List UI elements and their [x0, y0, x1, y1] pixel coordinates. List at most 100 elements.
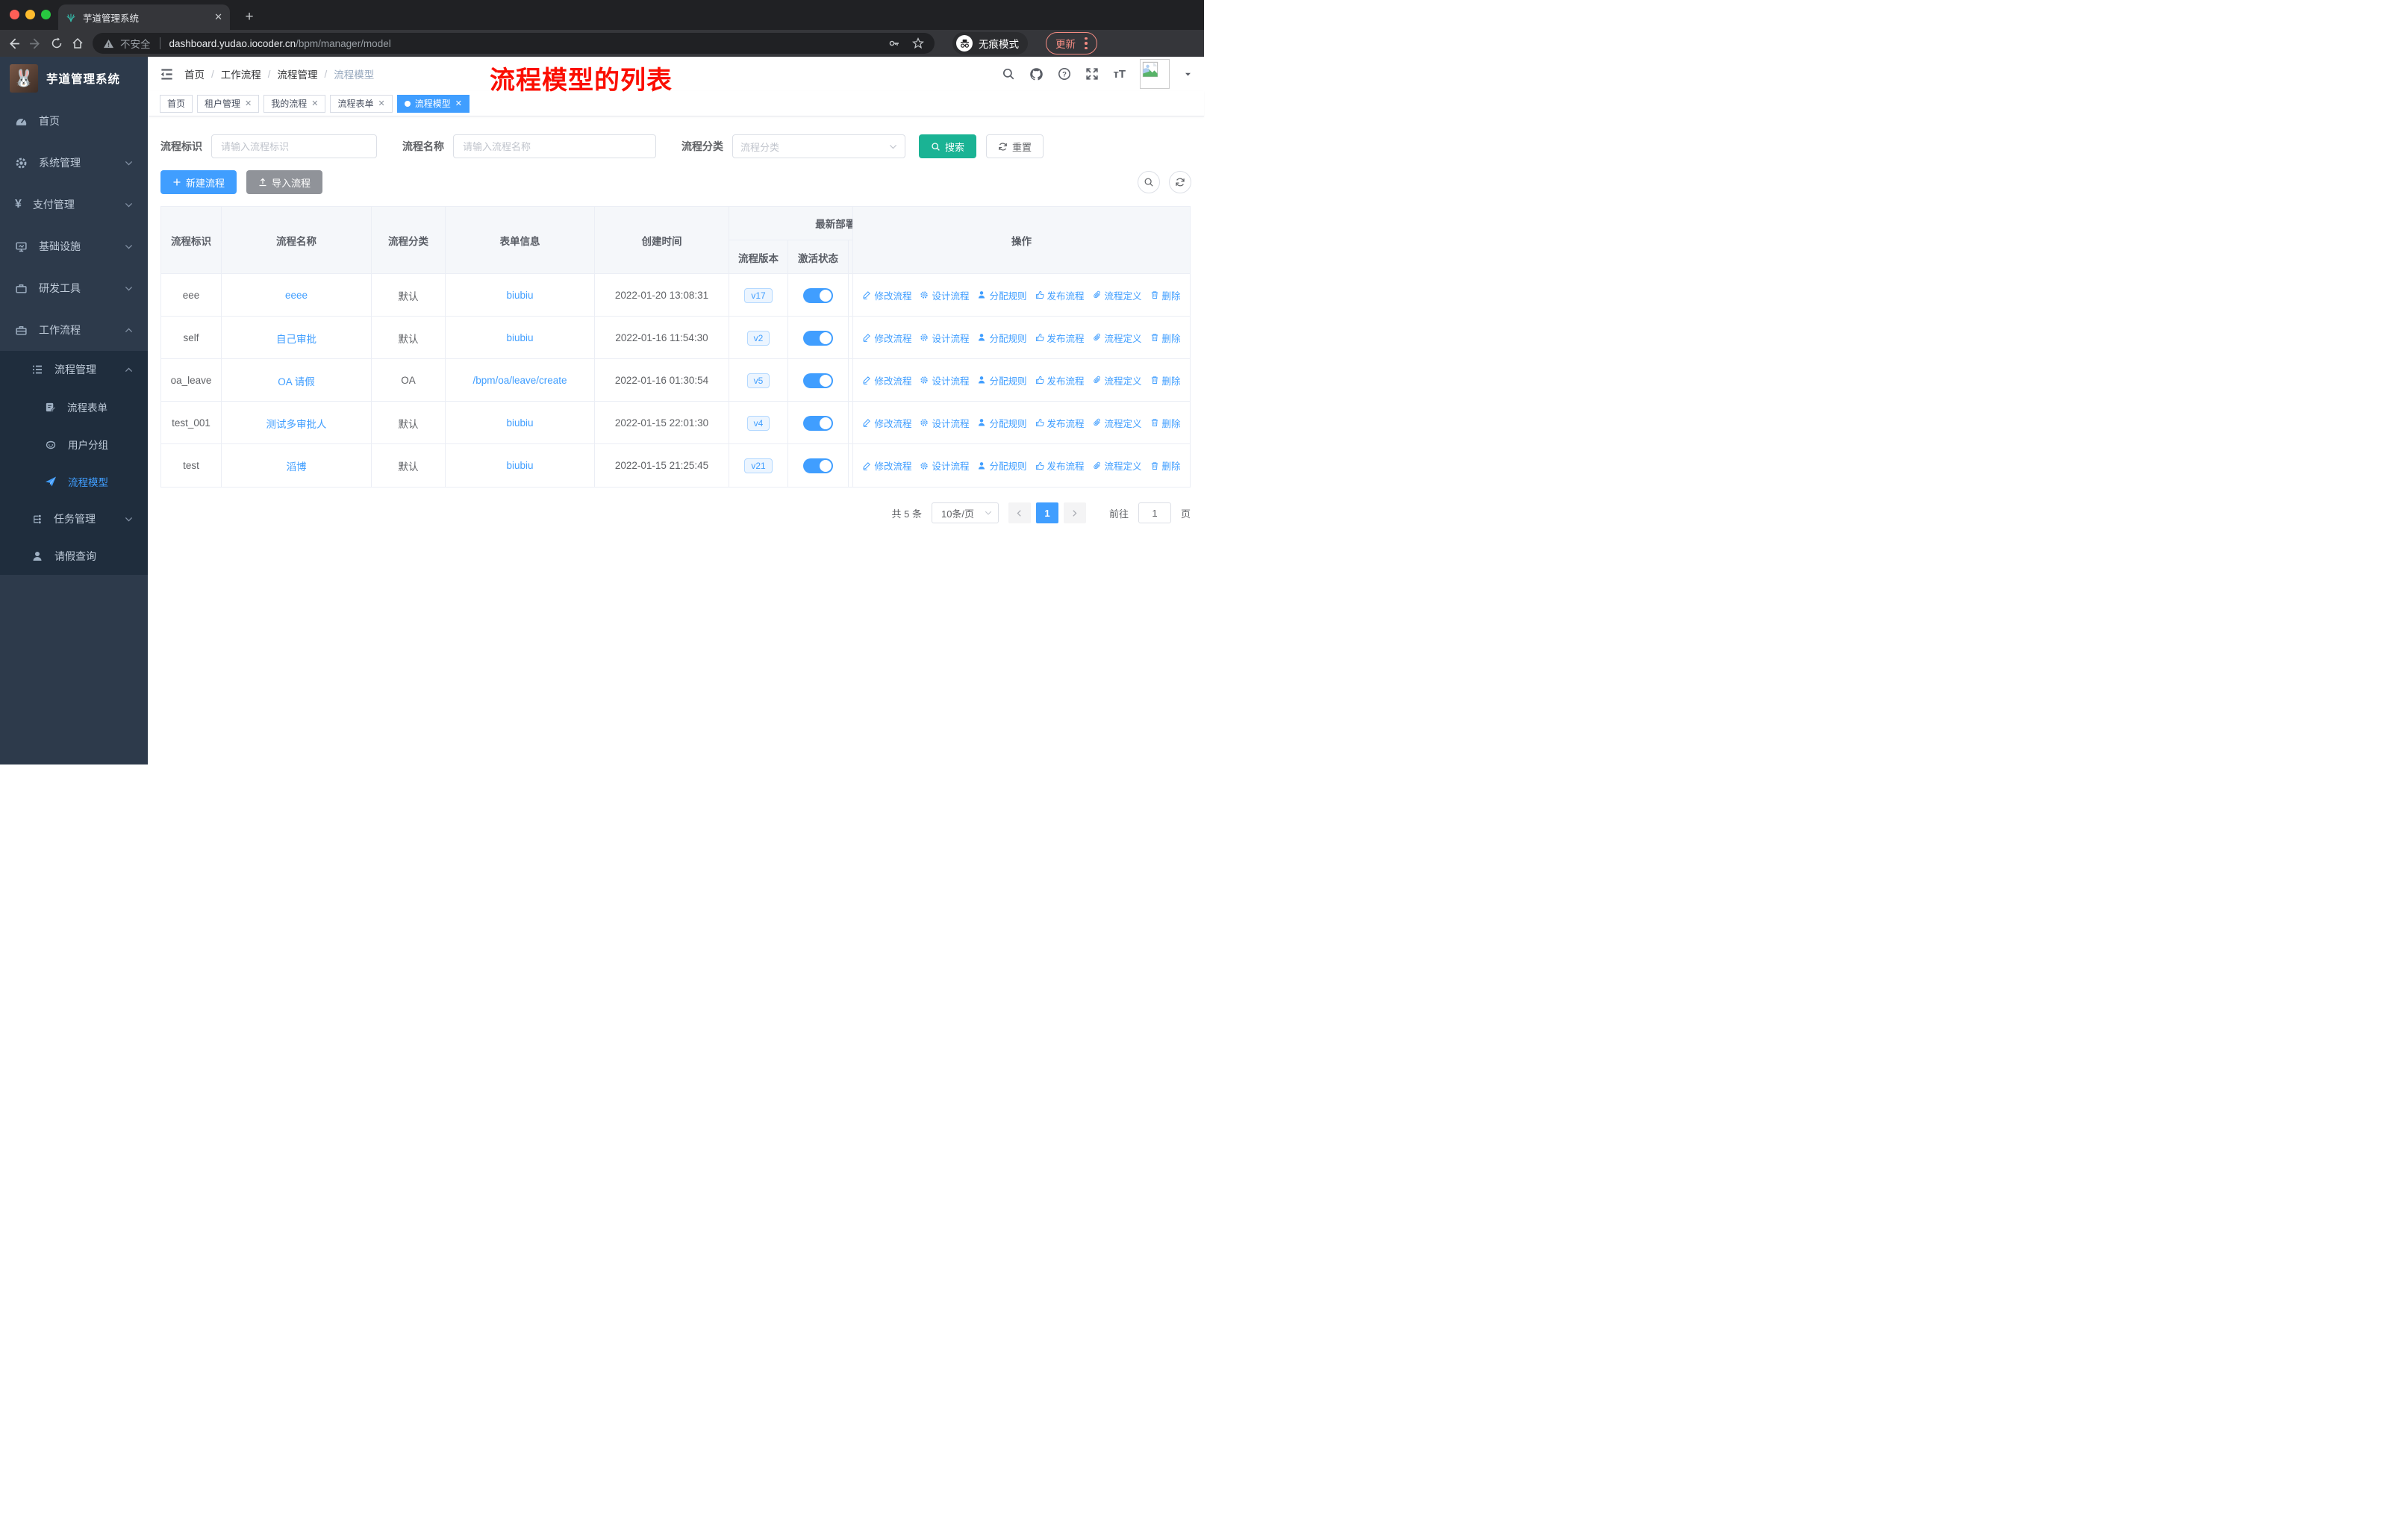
tab-close-icon[interactable]: ✕: [214, 11, 222, 23]
sidebar-item-leave-query[interactable]: 请假查询: [0, 538, 148, 575]
delete-link[interactable]: 删除: [1150, 416, 1181, 430]
reset-button[interactable]: 重置: [986, 134, 1044, 158]
window-controls[interactable]: [10, 10, 51, 19]
edit-process-link[interactable]: 修改流程: [862, 331, 911, 345]
filter-name-input[interactable]: [453, 134, 656, 158]
breadcrumb-workflow[interactable]: 工作流程: [221, 66, 261, 81]
form-info-link[interactable]: biubiu: [506, 417, 533, 429]
search-button[interactable]: 搜索: [919, 134, 977, 158]
collapse-sidebar-icon[interactable]: [160, 67, 174, 81]
active-toggle[interactable]: [803, 373, 833, 388]
sidebar-item-infrastructure[interactable]: 基础设施: [0, 225, 148, 267]
breadcrumb-process-mgmt[interactable]: 流程管理: [278, 66, 318, 81]
reload-icon[interactable]: [51, 37, 63, 49]
url-bar[interactable]: 不安全 dashboard.yudao.iocoder.cn/bpm/manag…: [93, 33, 935, 54]
page-size-select[interactable]: 10条/页: [931, 502, 999, 523]
sidebar-item-user-group[interactable]: 用户分组: [0, 426, 148, 463]
delete-link[interactable]: 删除: [1150, 288, 1181, 302]
filter-key-input[interactable]: [211, 134, 377, 158]
sidebar-item-devtools[interactable]: 研发工具: [0, 267, 148, 309]
fullscreen-icon[interactable]: [1085, 67, 1099, 81]
security-warning-icon[interactable]: [103, 38, 114, 49]
delete-link[interactable]: 删除: [1150, 373, 1181, 387]
process-name-link[interactable]: OA 请假: [278, 373, 315, 388]
sidebar-item-workflow[interactable]: 工作流程: [0, 309, 148, 351]
bookmark-star-icon[interactable]: [912, 37, 924, 49]
tag-close-icon[interactable]: ✕: [245, 99, 252, 108]
sidebar-item-process-form[interactable]: 流程表单: [0, 388, 148, 426]
sidebar-item-process-mgmt[interactable]: 流程管理: [0, 351, 148, 388]
form-info-link[interactable]: biubiu: [506, 460, 533, 471]
caret-down-icon[interactable]: [1184, 70, 1192, 78]
close-window-button[interactable]: [10, 10, 19, 19]
process-name-link[interactable]: eeee: [285, 290, 308, 301]
toggle-search-button[interactable]: [1138, 171, 1160, 193]
breadcrumb-home[interactable]: 首页: [184, 66, 205, 81]
sidebar-item-payment[interactable]: ¥ 支付管理: [0, 184, 148, 225]
design-process-link[interactable]: 设计流程: [920, 373, 969, 387]
process-name-link[interactable]: 滔博: [287, 458, 307, 473]
assign-rule-link[interactable]: 分配规则: [977, 416, 1027, 430]
process-name-link[interactable]: 测试多审批人: [266, 416, 327, 431]
tag-process-model-active[interactable]: 流程模型 ✕: [396, 94, 470, 113]
font-size-icon[interactable]: ᴛT: [1113, 68, 1126, 81]
assign-rule-link[interactable]: 分配规则: [977, 458, 1027, 473]
browser-menu-icon[interactable]: [1085, 37, 1088, 50]
search-icon[interactable]: [1002, 67, 1015, 81]
password-key-icon[interactable]: [888, 37, 900, 49]
publish-process-link[interactable]: 发布流程: [1035, 373, 1085, 387]
tag-tenant[interactable]: 租户管理 ✕: [197, 94, 260, 113]
design-process-link[interactable]: 设计流程: [920, 458, 969, 473]
publish-process-link[interactable]: 发布流程: [1035, 288, 1085, 302]
url-text[interactable]: dashboard.yudao.iocoder.cn/bpm/manager/m…: [169, 38, 391, 49]
refresh-table-button[interactable]: [1169, 171, 1191, 193]
assign-rule-link[interactable]: 分配规则: [977, 331, 1027, 345]
assign-rule-link[interactable]: 分配规则: [977, 288, 1027, 302]
tag-close-icon[interactable]: ✕: [455, 99, 462, 108]
publish-process-link[interactable]: 发布流程: [1035, 331, 1085, 345]
process-name-link[interactable]: 自己审批: [276, 331, 316, 346]
edit-process-link[interactable]: 修改流程: [862, 288, 911, 302]
update-label[interactable]: 更新: [1055, 36, 1076, 51]
publish-process-link[interactable]: 发布流程: [1035, 458, 1085, 473]
sidebar-item-task-mgmt[interactable]: 任务管理: [0, 500, 148, 538]
form-info-link[interactable]: /bpm/oa/leave/create: [472, 375, 567, 386]
active-toggle[interactable]: [803, 330, 833, 346]
tag-home[interactable]: 首页: [160, 94, 193, 113]
sidebar-item-system[interactable]: 系统管理: [0, 142, 148, 184]
process-definition-link[interactable]: 流程定义: [1093, 416, 1142, 430]
process-definition-link[interactable]: 流程定义: [1093, 458, 1142, 473]
form-info-link[interactable]: biubiu: [506, 290, 533, 301]
page-number-button[interactable]: 1: [1035, 502, 1058, 523]
filter-category-select[interactable]: 流程分类: [732, 134, 905, 158]
sidebar-item-home[interactable]: 首页: [0, 100, 148, 142]
active-toggle[interactable]: [803, 287, 833, 303]
tag-my-process[interactable]: 我的流程 ✕: [263, 94, 326, 113]
user-avatar[interactable]: [1140, 59, 1170, 89]
github-icon[interactable]: [1029, 67, 1044, 81]
design-process-link[interactable]: 设计流程: [920, 416, 969, 430]
delete-link[interactable]: 删除: [1150, 331, 1181, 345]
process-definition-link[interactable]: 流程定义: [1093, 373, 1142, 387]
edit-process-link[interactable]: 修改流程: [862, 458, 911, 473]
back-icon[interactable]: [7, 37, 20, 50]
form-info-link[interactable]: biubiu: [506, 332, 533, 343]
publish-process-link[interactable]: 发布流程: [1035, 416, 1085, 430]
tag-close-icon[interactable]: ✕: [311, 99, 318, 108]
maximize-window-button[interactable]: [41, 10, 51, 19]
active-toggle[interactable]: [803, 458, 833, 473]
process-definition-link[interactable]: 流程定义: [1093, 331, 1142, 345]
browser-update-button[interactable]: 更新: [1046, 32, 1097, 55]
tag-close-icon[interactable]: ✕: [378, 99, 385, 108]
edit-process-link[interactable]: 修改流程: [862, 416, 911, 430]
sidebar-item-process-model[interactable]: 流程模型: [0, 463, 148, 500]
active-toggle[interactable]: [803, 415, 833, 431]
minimize-window-button[interactable]: [25, 10, 35, 19]
design-process-link[interactable]: 设计流程: [920, 288, 969, 302]
forward-icon[interactable]: [29, 37, 42, 50]
assign-rule-link[interactable]: 分配规则: [977, 373, 1027, 387]
home-icon[interactable]: [72, 37, 84, 49]
delete-link[interactable]: 删除: [1150, 458, 1181, 473]
help-icon[interactable]: ?: [1058, 67, 1071, 81]
tag-process-form[interactable]: 流程表单 ✕: [330, 94, 393, 113]
